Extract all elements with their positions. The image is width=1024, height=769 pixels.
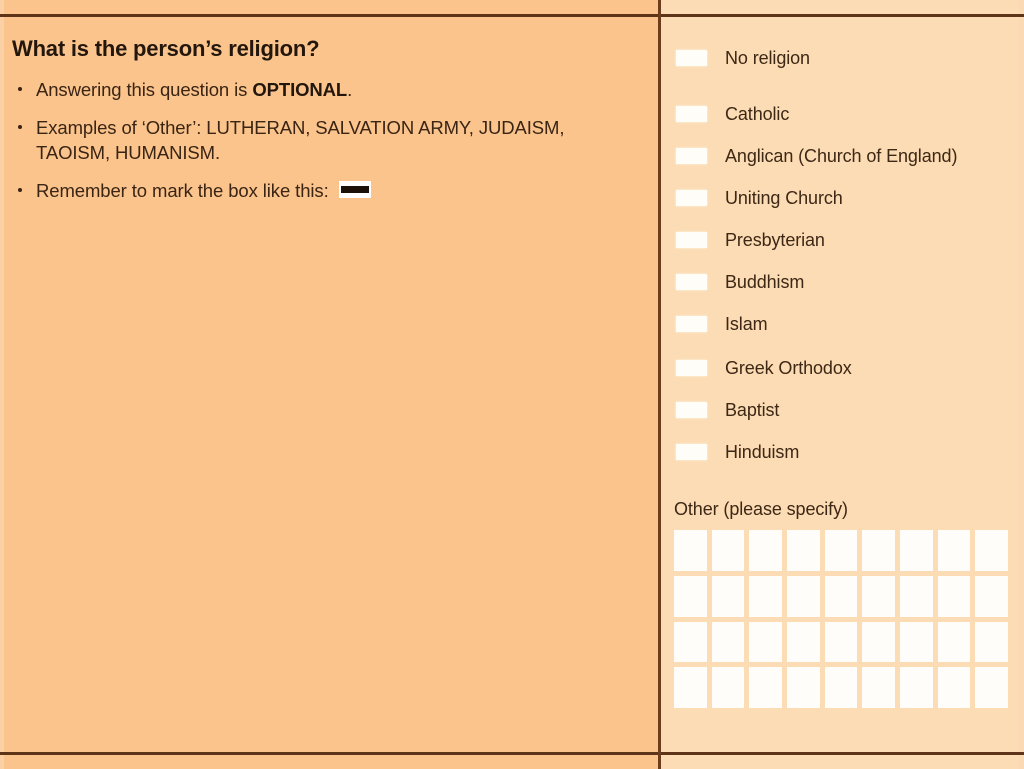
write-in-cell[interactable] (674, 530, 707, 571)
bullet-dot-icon (18, 187, 22, 192)
option-label: Islam (725, 314, 768, 334)
filled-mark-box-icon (338, 181, 371, 199)
write-in-cell[interactable] (824, 621, 858, 663)
write-in-cell[interactable] (824, 667, 858, 708)
write-in-cell[interactable] (787, 575, 820, 617)
option-row-uniting-church[interactable]: Uniting Church (676, 186, 1024, 210)
write-in-cell[interactable] (900, 530, 933, 571)
write-in-cell[interactable] (937, 575, 971, 617)
question-heading: What is the person’s religion? (12, 36, 320, 61)
option-row-no-religion[interactable]: No religion (676, 46, 1024, 70)
write-in-cell[interactable] (862, 530, 895, 571)
write-in-cell[interactable] (824, 530, 858, 571)
write-in-cell[interactable] (711, 575, 745, 617)
write-in-cell[interactable] (711, 530, 745, 571)
checkbox-uniting-church[interactable] (676, 190, 707, 206)
write-in-cell[interactable] (937, 667, 971, 708)
write-in-cell[interactable] (975, 621, 1008, 663)
option-row-presbyterian[interactable]: Presbyterian (676, 228, 1024, 252)
write-in-cell[interactable] (787, 530, 820, 571)
mark-bar-icon (340, 186, 369, 194)
write-in-cell[interactable] (862, 667, 895, 708)
option-label: Hinduism (725, 442, 800, 462)
write-in-cell[interactable] (900, 667, 933, 708)
option-row-baptist[interactable]: Baptist (676, 398, 1024, 422)
write-in-cell[interactable] (975, 667, 1008, 708)
write-in-cell[interactable] (937, 530, 971, 571)
write-in-cell[interactable] (975, 575, 1008, 617)
instruction-text: Examples of ‘Other’: LUTHERAN, SALVATION… (36, 117, 565, 163)
instruction-suffix: . (347, 79, 353, 101)
write-in-cell[interactable] (674, 621, 707, 663)
write-in-cell[interactable] (900, 575, 933, 617)
instruction-emphasis: OPTIONAL (252, 79, 348, 101)
instruction-text: Answering this question is (36, 79, 253, 101)
left-panel: What is the person’s religion? Answering… (12, 36, 642, 217)
write-in-cell[interactable] (787, 621, 820, 663)
bullet-dot-icon (18, 125, 22, 130)
option-row-catholic[interactable]: Catholic (676, 102, 1024, 126)
option-label: Catholic (725, 104, 790, 124)
option-label: Baptist (725, 400, 780, 420)
checkbox-baptist[interactable] (676, 402, 707, 418)
option-row-islam[interactable]: Islam (676, 312, 1024, 336)
checkbox-catholic[interactable] (676, 106, 707, 122)
option-label: Presbyterian (725, 230, 825, 250)
option-row-hinduism[interactable]: Hinduism (676, 440, 1024, 464)
write-in-cell[interactable] (749, 530, 782, 571)
option-label: Buddhism (725, 272, 805, 292)
checkbox-presbyterian[interactable] (676, 232, 707, 248)
right-panel: No religion Catholic Anglican (Church of… (660, 0, 1024, 769)
option-row-greek-orthodox[interactable]: Greek Orthodox (676, 356, 1024, 380)
write-in-cell[interactable] (824, 575, 858, 617)
option-label: Greek Orthodox (725, 358, 852, 378)
instruction-item-mark-box: Remember to mark the box like this: (12, 179, 642, 204)
write-in-cell[interactable] (711, 621, 745, 663)
write-in-cell[interactable] (862, 575, 895, 617)
instruction-list: Answering this question is OPTIONAL. Exa… (12, 78, 642, 203)
other-specify-label: Other (please specify) (674, 499, 848, 519)
option-row-anglican[interactable]: Anglican (Church of England) (676, 144, 1024, 168)
write-in-cell[interactable] (900, 621, 933, 663)
page-left-edge-strip (0, 0, 4, 769)
checkbox-greek-orthodox[interactable] (676, 360, 707, 376)
write-in-cell[interactable] (862, 621, 895, 663)
instruction-item-optional: Answering this question is OPTIONAL. (12, 78, 642, 103)
write-in-cell[interactable] (749, 667, 782, 708)
other-write-in-grid[interactable] (674, 530, 1008, 708)
census-form-page: What is the person’s religion? Answering… (0, 0, 1024, 769)
write-in-cell[interactable] (975, 530, 1008, 571)
checkbox-buddhism[interactable] (676, 274, 707, 290)
option-label: No religion (725, 48, 810, 68)
instruction-text: Remember to mark the box like this: (36, 179, 329, 201)
instruction-item-examples: Examples of ‘Other’: LUTHERAN, SALVATION… (12, 116, 642, 166)
write-in-cell[interactable] (674, 575, 707, 617)
write-in-cell[interactable] (787, 667, 820, 708)
bullet-dot-icon (18, 87, 22, 92)
option-label: Anglican (Church of England) (725, 146, 958, 166)
checkbox-anglican[interactable] (676, 148, 707, 164)
checkbox-islam[interactable] (676, 316, 707, 332)
checkbox-no-religion[interactable] (676, 50, 707, 66)
write-in-cell[interactable] (937, 621, 971, 663)
write-in-cell[interactable] (674, 667, 707, 708)
checkbox-hinduism[interactable] (676, 444, 707, 460)
write-in-cell[interactable] (711, 667, 745, 708)
option-label: Uniting Church (725, 188, 843, 208)
write-in-cell[interactable] (749, 621, 782, 663)
option-row-buddhism[interactable]: Buddhism (676, 270, 1024, 294)
write-in-cell[interactable] (749, 575, 782, 617)
